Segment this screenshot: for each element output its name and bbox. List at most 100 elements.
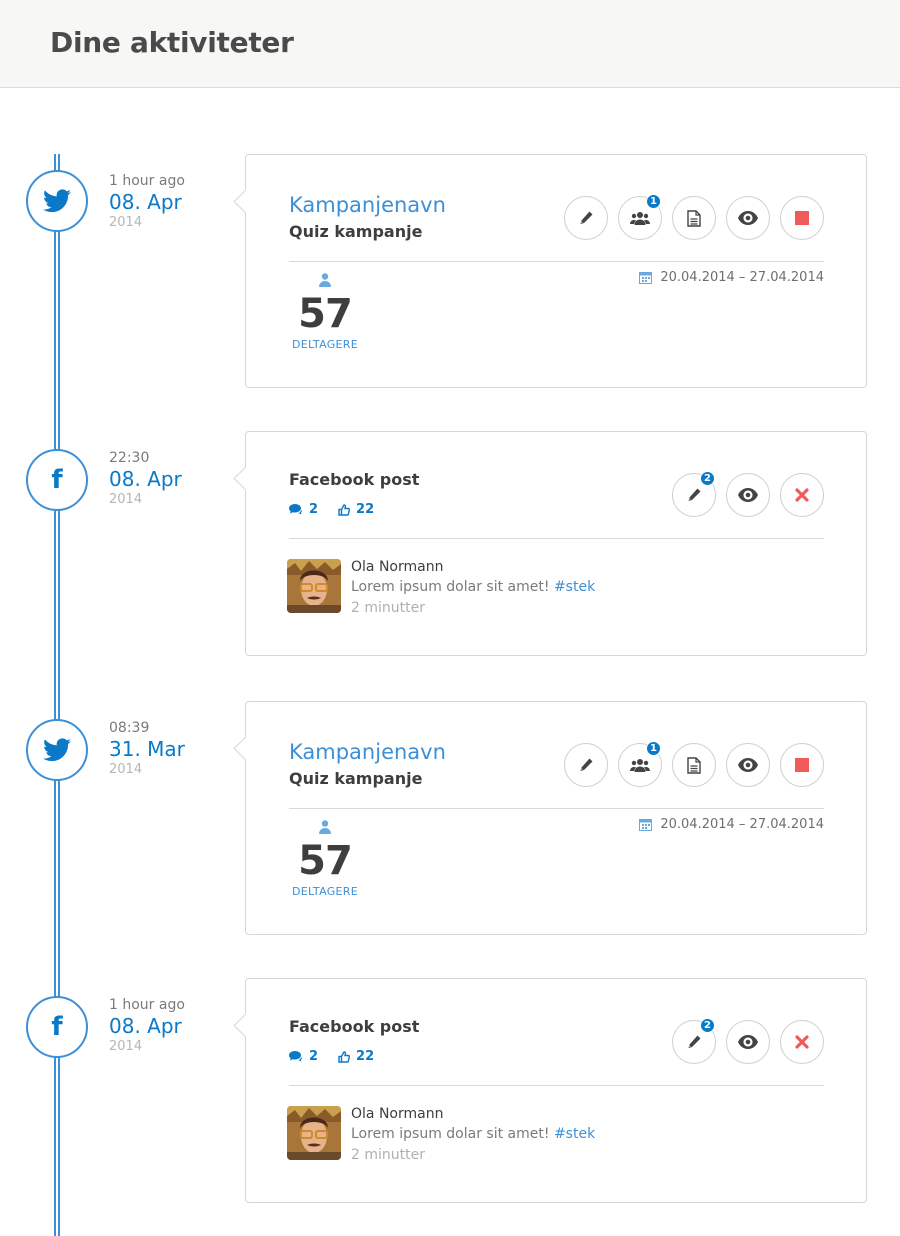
post-title[interactable]: Facebook post [289, 1017, 419, 1036]
edit-button[interactable]: 2 [672, 1018, 716, 1064]
participants-stat: 57 DELTAGERE [289, 272, 361, 351]
preview-button[interactable] [726, 743, 770, 787]
pencil-icon [688, 1035, 701, 1048]
document-icon [687, 756, 701, 774]
calendar-icon [639, 819, 653, 831]
document-icon [687, 209, 701, 227]
date-range-text: 20.04.2014 – 27.04.2014 [660, 817, 824, 832]
delete-button[interactable] [780, 473, 824, 517]
comment-count: 2 [289, 502, 318, 517]
preview-button[interactable] [726, 473, 770, 517]
entry-date: 08. Apr [109, 467, 182, 491]
thumbs-up-icon [338, 503, 351, 516]
card-actions: 1 [564, 741, 824, 787]
comments-icon [289, 1050, 302, 1061]
entry-year: 2014 [109, 492, 143, 507]
entry-meta: 1 hour ago 08. Apr 2014 [109, 173, 185, 230]
post-stats: 2 22 [289, 502, 374, 517]
comment-time: 2 minutter [351, 600, 425, 616]
campaign-type: Quiz kampanje [289, 769, 423, 788]
stop-button[interactable] [780, 196, 824, 240]
page-header: Dine aktiviteter [0, 0, 900, 88]
campaign-name[interactable]: Kampanjenavn [289, 193, 446, 217]
eye-icon [738, 488, 758, 502]
facebook-icon: f [26, 996, 88, 1058]
comments-icon [289, 503, 302, 514]
preview-button[interactable] [726, 196, 770, 240]
campaign-card: Kampanjenavn Quiz kampanje 1 57 DELTAGER… [245, 154, 867, 388]
entry-meta: 1 hour ago 08. Apr 2014 [109, 997, 185, 1054]
like-count: 22 [338, 502, 374, 517]
campaign-name[interactable]: Kampanjenavn [289, 740, 446, 764]
hashtag-link[interactable]: #stek [554, 579, 595, 595]
campaign-date-range: 20.04.2014 – 27.04.2014 [639, 270, 824, 285]
participants-count: 57 [298, 291, 353, 337]
thumbs-up-icon [338, 1050, 351, 1063]
timeline-line [54, 154, 60, 1236]
entry-year: 2014 [109, 215, 143, 230]
close-icon [795, 1035, 809, 1049]
like-count: 22 [338, 1049, 374, 1064]
eye-icon [738, 758, 758, 772]
participants-count: 57 [298, 838, 353, 884]
stop-icon [795, 211, 809, 225]
facebook-icon: f [26, 449, 88, 511]
notification-badge: 2 [700, 1018, 715, 1033]
latest-comment: Ola Normann Lorem ipsum dolar sit amet! … [287, 1106, 827, 1163]
entry-time: 22:30 [109, 450, 150, 466]
entry-time: 1 hour ago [109, 997, 185, 1013]
card-actions: 2 [672, 1018, 824, 1064]
entry-date: 08. Apr [109, 190, 182, 214]
entry-date: 31. Mar [109, 737, 185, 761]
date-range-text: 20.04.2014 – 27.04.2014 [660, 270, 824, 285]
participants-button[interactable]: 1 [618, 194, 662, 240]
latest-comment: Ola Normann Lorem ipsum dolar sit amet! … [287, 559, 827, 616]
post-stats: 2 22 [289, 1049, 374, 1064]
eye-icon [738, 1035, 758, 1049]
participants-button[interactable]: 1 [618, 741, 662, 787]
entry-year: 2014 [109, 1039, 143, 1054]
participants-label: DELTAGERE [292, 338, 358, 351]
post-card: Facebook post 2 22 2 Ola Normann Lorem i… [245, 978, 867, 1203]
notification-badge: 1 [646, 741, 661, 756]
edit-button[interactable]: 2 [672, 471, 716, 517]
participants-stat: 57 DELTAGERE [289, 819, 361, 898]
avatar[interactable] [287, 1106, 341, 1160]
entry-meta: 22:30 08. Apr 2014 [109, 450, 182, 507]
preview-button[interactable] [726, 1020, 770, 1064]
entry-meta: 08:39 31. Mar 2014 [109, 720, 185, 777]
card-actions: 2 [672, 471, 824, 517]
calendar-icon [639, 272, 653, 284]
pencil-icon [580, 758, 593, 771]
report-button[interactable] [672, 743, 716, 787]
edit-button[interactable] [564, 196, 608, 240]
entry-date: 08. Apr [109, 1014, 182, 1038]
pencil-icon [580, 211, 593, 224]
card-actions: 1 [564, 194, 824, 240]
hashtag-link[interactable]: #stek [554, 1126, 595, 1142]
edit-button[interactable] [564, 743, 608, 787]
user-icon [319, 820, 331, 834]
twitter-icon [26, 719, 88, 781]
campaign-date-range: 20.04.2014 – 27.04.2014 [639, 817, 824, 832]
card-divider [289, 261, 824, 262]
avatar[interactable] [287, 559, 341, 613]
comment-text: Lorem ipsum dolar sit amet! #stek [351, 1126, 596, 1142]
eye-icon [738, 211, 758, 225]
comment-author[interactable]: Ola Normann [351, 1106, 443, 1122]
comment-author[interactable]: Ola Normann [351, 559, 443, 575]
page-title: Dine aktiviteter [50, 26, 294, 59]
stop-button[interactable] [780, 743, 824, 787]
entry-year: 2014 [109, 762, 143, 777]
report-button[interactable] [672, 196, 716, 240]
users-icon [630, 759, 650, 772]
post-card: Facebook post 2 22 2 Ola Normann Lorem i… [245, 431, 867, 656]
card-divider [289, 1085, 824, 1086]
post-title[interactable]: Facebook post [289, 470, 419, 489]
notification-badge: 2 [700, 471, 715, 486]
close-icon [795, 488, 809, 502]
comment-text: Lorem ipsum dolar sit amet! #stek [351, 579, 596, 595]
entry-time: 08:39 [109, 720, 150, 736]
stop-icon [795, 758, 809, 772]
delete-button[interactable] [780, 1020, 824, 1064]
